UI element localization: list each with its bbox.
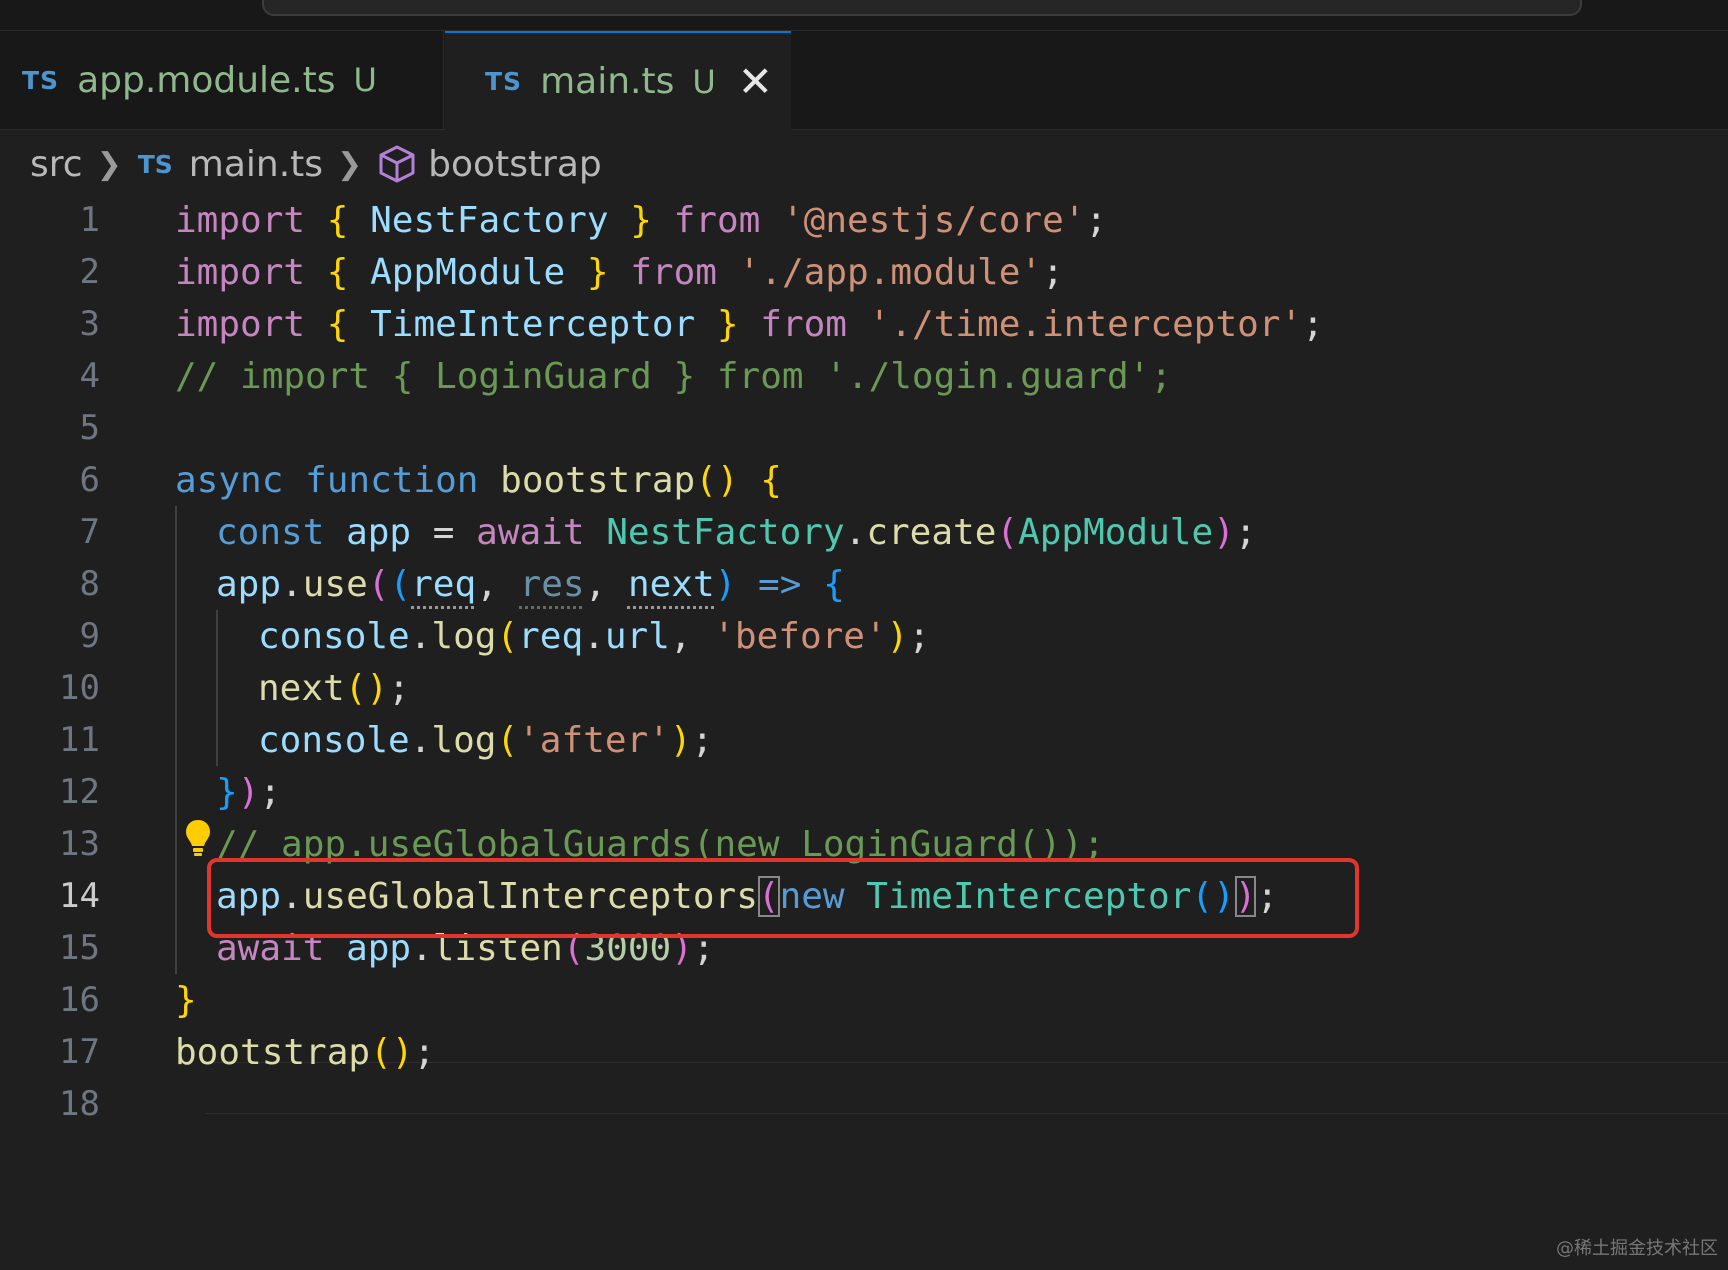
line-code: import { AppModule } from './app.module'… xyxy=(175,251,1064,293)
chevron-right-icon: ❯ xyxy=(337,146,363,182)
line-number: 12 xyxy=(59,772,100,812)
code-line: 11 console.log('after'); xyxy=(0,714,1728,766)
code-line: 7 const app = await NestFactory.create(A… xyxy=(0,506,1728,558)
line-code: console.log(req.url, 'before'); xyxy=(258,615,931,657)
title-bar xyxy=(0,0,1728,31)
line-number: 2 xyxy=(79,252,100,292)
line-number: 8 xyxy=(79,564,100,604)
typescript-file-icon: TS xyxy=(22,65,60,95)
code-line: 16 } xyxy=(0,974,1728,1026)
line-code: next(); xyxy=(258,667,410,709)
untracked-badge: U xyxy=(692,62,716,101)
line-number: 17 xyxy=(59,1032,100,1072)
tab-label: app.module.ts xyxy=(77,59,336,101)
watermark: @稀土掘金技术社区 xyxy=(1556,1238,1718,1259)
line-code: }); xyxy=(216,771,282,813)
code-line: 12 }); xyxy=(0,766,1728,818)
code-line: 5 xyxy=(0,402,1728,454)
lightbulb-icon[interactable] xyxy=(184,818,212,858)
code-line: 4 // import { LoginGuard } from './login… xyxy=(0,350,1728,402)
line-number: 13 xyxy=(59,824,100,864)
code-line: 1 import { NestFactory } from '@nestjs/c… xyxy=(0,194,1728,246)
tab-label: main.ts xyxy=(540,61,675,102)
line-number: 16 xyxy=(59,980,100,1020)
line-number: 6 xyxy=(79,460,100,500)
line-number: 11 xyxy=(59,720,100,760)
breadcrumb: src ❯ TS main.ts ❯ bootstrap xyxy=(30,138,602,190)
line-number: 4 xyxy=(79,356,100,396)
line-number: 1 xyxy=(79,200,100,240)
code-line: 2 import { AppModule } from './app.modul… xyxy=(0,246,1728,298)
tab-main[interactable]: TS main.ts U ✕ xyxy=(445,31,791,130)
line-code: import { TimeInterceptor } from './time.… xyxy=(175,303,1324,345)
line-number: 18 xyxy=(59,1084,100,1124)
breadcrumb-symbol[interactable]: bootstrap xyxy=(428,144,602,185)
line-code: bootstrap(); xyxy=(175,1031,436,1073)
line-number: 10 xyxy=(59,668,100,708)
line-code: const app = await NestFactory.create(App… xyxy=(216,511,1257,553)
line-code: async function bootstrap() { xyxy=(175,459,782,501)
code-line: 8 app.use((req, res, next) => { xyxy=(0,558,1728,610)
line-number: 7 xyxy=(79,512,100,552)
code-line: 10 next(); xyxy=(0,662,1728,714)
line-code: app.use((req, res, next) => { xyxy=(216,563,845,605)
line-number: 3 xyxy=(79,304,100,344)
line-number: 14 xyxy=(59,876,100,916)
line-number: 9 xyxy=(79,616,100,656)
code-line: 6 async function bootstrap() { xyxy=(0,454,1728,506)
symbol-method-icon xyxy=(379,145,415,183)
typescript-file-icon: TS xyxy=(137,149,173,179)
code-editor[interactable]: 1 import { NestFactory } from '@nestjs/c… xyxy=(0,194,1728,1244)
code-line: 9 console.log(req.url, 'before'); xyxy=(0,610,1728,662)
code-line: 18 xyxy=(0,1078,1728,1130)
line-code: } xyxy=(175,979,197,1021)
line-number: 5 xyxy=(79,408,100,448)
code-line: 3 import { TimeInterceptor } from './tim… xyxy=(0,298,1728,350)
close-icon[interactable]: ✕ xyxy=(738,60,773,103)
line-code: import { NestFactory } from '@nestjs/cor… xyxy=(175,199,1108,241)
tab-app-module[interactable]: TS app.module.ts U xyxy=(0,31,444,129)
command-center[interactable] xyxy=(262,0,1582,16)
chevron-right-icon: ❯ xyxy=(96,146,122,182)
editor-tabs: TS app.module.ts U TS main.ts U ✕ xyxy=(0,31,1728,130)
line-number: 15 xyxy=(59,928,100,968)
breadcrumb-file[interactable]: main.ts xyxy=(189,144,323,185)
breadcrumb-folder[interactable]: src xyxy=(30,144,83,185)
annotation-highlight-box xyxy=(207,858,1359,938)
untracked-badge: U xyxy=(353,61,377,99)
line-code: console.log('after'); xyxy=(258,719,714,761)
line-code: // import { LoginGuard } from './login.g… xyxy=(175,355,1172,397)
typescript-file-icon: TS xyxy=(485,67,523,96)
code-line: 17 bootstrap(); xyxy=(0,1026,1728,1078)
